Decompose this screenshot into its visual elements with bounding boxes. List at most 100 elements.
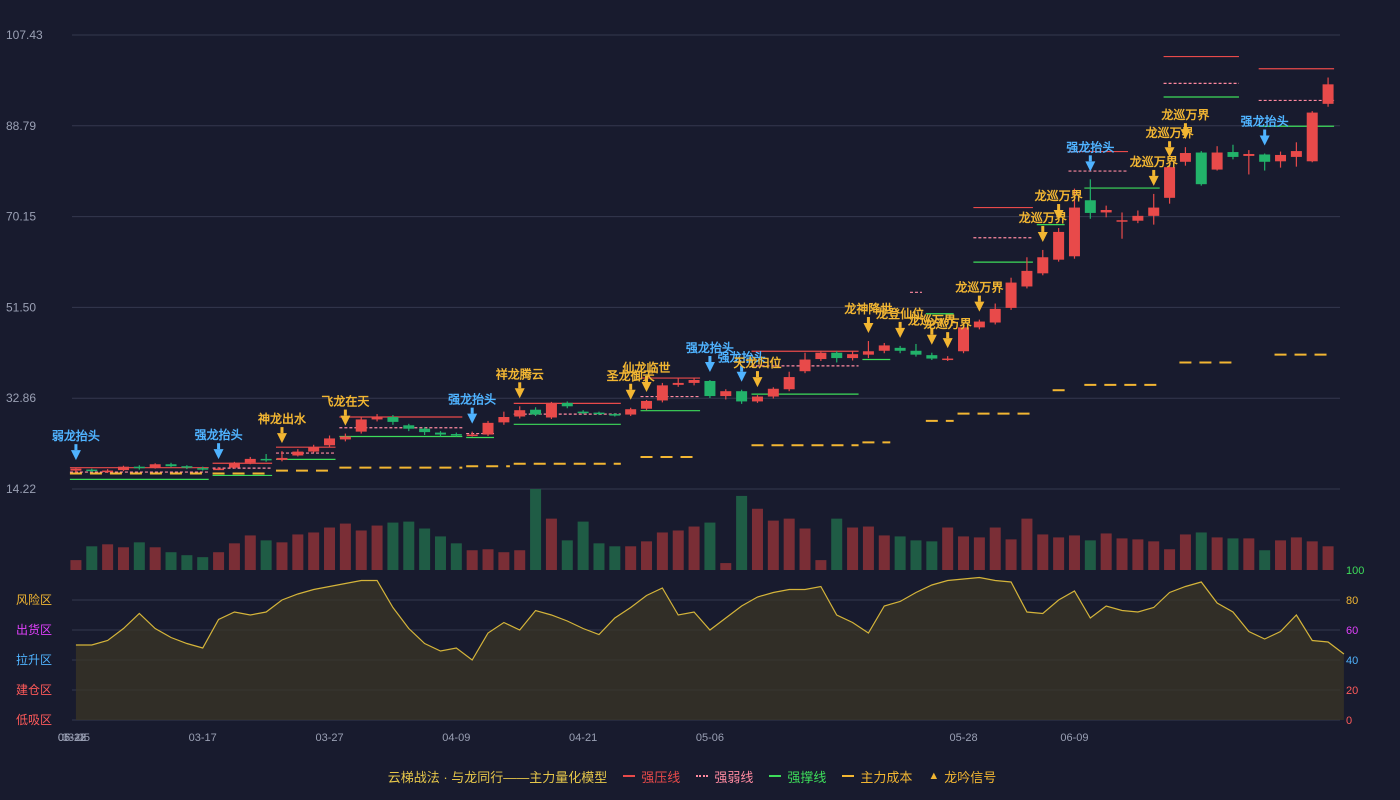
volume-bar <box>942 527 954 570</box>
volume-bar <box>1053 537 1065 570</box>
signal-arrow-icon <box>276 433 287 444</box>
candle-body <box>609 414 621 416</box>
volume-bar <box>86 546 98 570</box>
risk-tick-label: 20 <box>1346 685 1358 697</box>
x-tick-label: 04-21 <box>569 732 597 744</box>
volume-bar <box>847 527 859 570</box>
signal-arrow-icon <box>641 381 652 392</box>
candle-body <box>276 457 288 460</box>
y-tick-label: 88.79 <box>6 119 36 133</box>
candle-body <box>641 400 653 409</box>
volume-bar <box>1227 538 1239 570</box>
zone-label: 低吸区 <box>16 713 52 727</box>
candle-body <box>767 388 779 397</box>
candle-body <box>625 409 637 415</box>
candle-body <box>133 466 145 469</box>
volume-bar <box>1275 540 1287 570</box>
candlestick-chart: 107.4388.7970.1551.5032.8614.2203-05 03-1… <box>6 28 1364 744</box>
legend: 云梯战法 · 与龙同行——主力量化模型 强压线 强弱线 强撑线 主力成本 ▲ 龙… <box>0 766 1400 786</box>
signal-label: 神龙出水 <box>258 411 307 426</box>
volume-bar <box>1116 538 1128 570</box>
volume-bar <box>958 536 970 570</box>
volume-bar <box>530 489 542 570</box>
candle-body <box>70 468 82 471</box>
volume-bar <box>213 552 225 570</box>
candle-body <box>181 466 193 468</box>
signal-arrow-stem <box>470 407 474 414</box>
signal-arrow-stem <box>1041 225 1045 232</box>
volume-bar <box>862 526 874 570</box>
candle-body <box>339 436 351 440</box>
volume-bar <box>228 543 240 570</box>
signal-arrow-icon <box>974 301 985 312</box>
volume-bar <box>910 540 922 570</box>
x-tick-label: 03-27 <box>315 732 343 744</box>
candle-body <box>831 352 843 359</box>
signal-arrow-stem <box>645 375 649 382</box>
volume-bar <box>102 544 114 570</box>
candle-body <box>878 345 890 351</box>
volume-bar <box>672 530 684 570</box>
volume-bar <box>482 549 494 570</box>
candle-body <box>577 411 589 414</box>
volume-bar <box>1100 533 1112 570</box>
volume-bar <box>767 520 779 570</box>
volume-bar <box>625 546 637 570</box>
legend-item-cost[interactable]: 主力成本 <box>842 767 912 786</box>
volume-bar <box>831 518 843 570</box>
volume-bar <box>894 536 906 570</box>
candle-body <box>720 391 732 397</box>
signal-label: 龙巡万界 <box>1130 154 1178 169</box>
candle-body <box>165 464 177 467</box>
volume-bar <box>1290 537 1302 570</box>
candle-body <box>1290 151 1302 157</box>
legend-item-weak[interactable]: 强弱线 <box>696 767 753 786</box>
signal-label: 弱龙抬头 <box>52 428 100 443</box>
volume-bar <box>815 560 827 570</box>
legend-item-support[interactable]: 强撑线 <box>769 767 826 786</box>
volume-bar <box>165 552 177 570</box>
candle-body <box>434 432 446 435</box>
y-tick-label: 70.15 <box>6 210 36 224</box>
legend-item-resistance[interactable]: 强压线 <box>623 767 680 786</box>
signal-arrow-stem <box>755 371 759 378</box>
risk-tick-label: 40 <box>1346 655 1358 667</box>
signal-arrow-stem <box>74 444 78 451</box>
y-tick-label: 107.43 <box>6 28 43 42</box>
volume-bar <box>450 543 462 570</box>
candle-body <box>1148 207 1160 216</box>
signal-arrow-icon <box>704 361 715 372</box>
candle-body <box>815 352 827 360</box>
volume-bar <box>783 518 795 570</box>
chart-stage: 107.43 88.79 70.15 51.50 32.86 14.22 03-05 03-1… <box>0 0 1400 800</box>
y-tick-label: 51.50 <box>6 300 36 314</box>
candle-body <box>894 347 906 351</box>
signal-label: 龙巡万界 <box>955 280 1003 295</box>
volume-bar <box>688 526 700 570</box>
candle-body <box>751 396 763 402</box>
x-tick-label: 03-17 <box>189 732 217 744</box>
volume-bar <box>989 527 1001 570</box>
legend-label: 主力成本 <box>860 769 913 785</box>
signal-label: 祥龙腾云 <box>496 366 544 381</box>
candle-body <box>704 380 716 397</box>
volume-bar <box>197 557 209 570</box>
signal-arrow-icon <box>70 450 81 461</box>
candle-body <box>1116 220 1128 222</box>
candle-body <box>1227 152 1239 157</box>
volume-bar <box>799 528 811 570</box>
signal-arrow-stem <box>1183 123 1187 130</box>
candle-body <box>355 419 367 432</box>
volume-bar <box>181 555 193 570</box>
volume-bar <box>403 521 415 570</box>
candle-body <box>292 451 304 456</box>
candle-body <box>102 470 114 473</box>
volume-bar <box>498 552 510 570</box>
signal-arrow-icon <box>514 388 525 399</box>
signal-label: 飞龙在天 <box>321 394 370 409</box>
signal-arrow-stem <box>977 295 981 302</box>
candle-body <box>86 469 98 472</box>
signal-arrow-stem <box>898 321 902 328</box>
legend-item-signal[interactable]: ▲ 龙吟信号 <box>928 767 996 786</box>
signal-arrow-stem <box>1152 169 1156 176</box>
